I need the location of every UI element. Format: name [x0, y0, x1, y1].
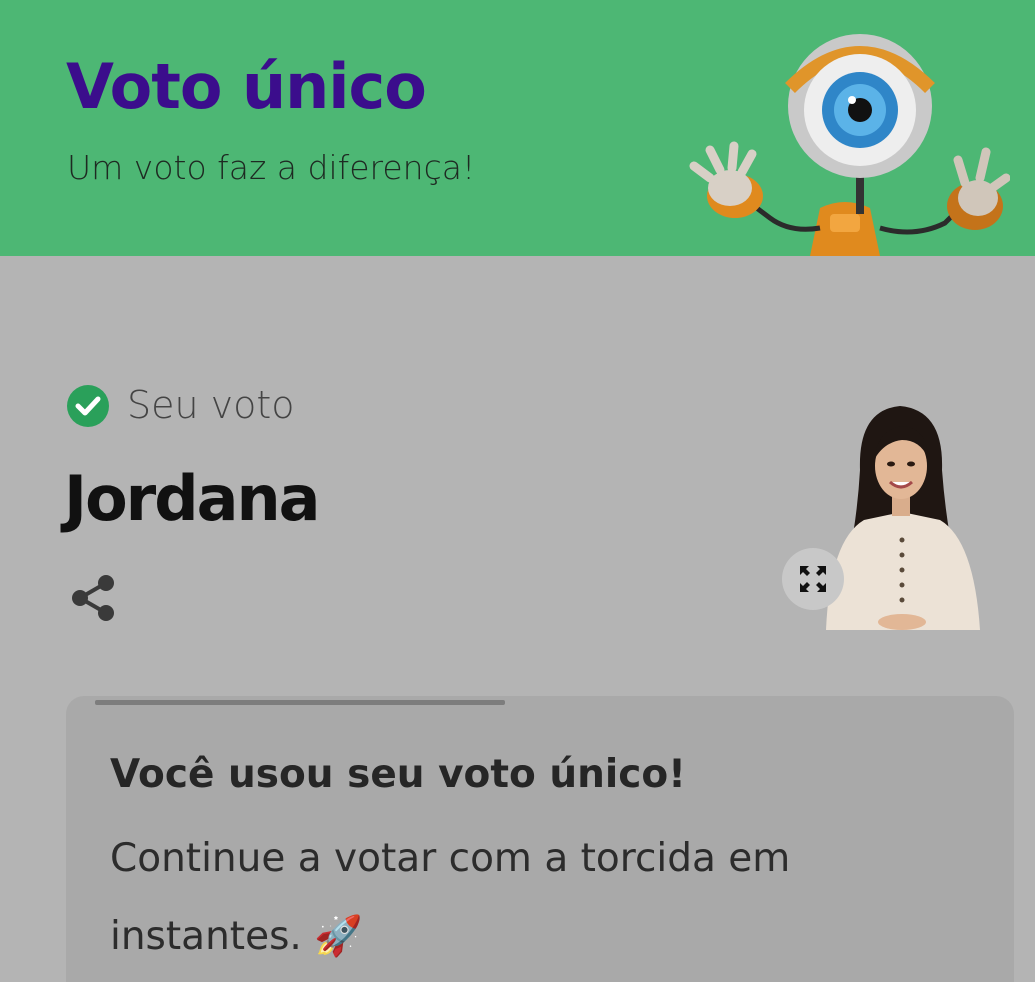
page-title: Voto único [66, 50, 427, 123]
share-icon[interactable] [68, 572, 120, 624]
card-progress-bar [95, 700, 505, 705]
page-subtitle: Um voto faz a diferença! [67, 148, 476, 187]
check-circle-icon [67, 385, 109, 427]
expand-photo-button[interactable] [782, 548, 844, 610]
card-title: Você usou seu voto único! [110, 752, 686, 797]
card-message: Continue a votar com a torcida em instan… [110, 836, 791, 959]
vote-status-label: Seu voto [127, 383, 295, 427]
page: Voto único Um voto faz a diferença! Seu … [0, 0, 1035, 982]
expand-icon [800, 566, 826, 592]
candidate-name: Jordana [64, 462, 320, 535]
info-card: Você usou seu voto único! Continue a vot… [66, 696, 1014, 982]
mascot-eye-robot-icon [689, 34, 1010, 256]
header-banner: Voto único Um voto faz a diferença! [0, 0, 1035, 256]
